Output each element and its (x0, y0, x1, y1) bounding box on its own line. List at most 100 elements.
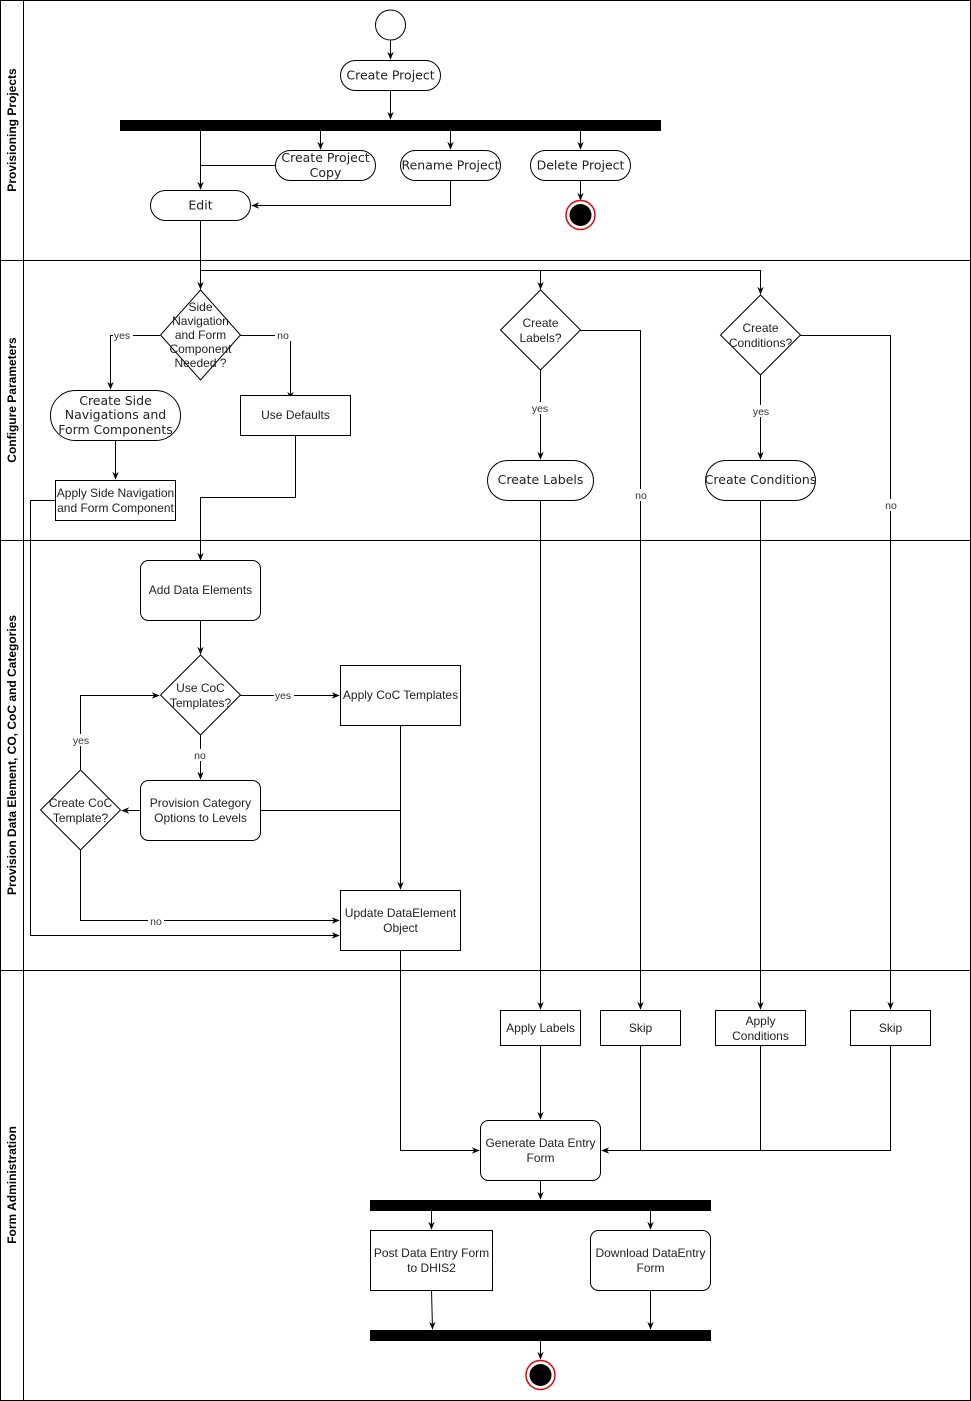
edge-label-no: no (635, 490, 647, 502)
svg-text:Form: Form (527, 1151, 555, 1165)
decision-use-coc-templates[interactable]: Use CoC Templates? (159, 654, 242, 736)
svg-text:Conditions?: Conditions? (729, 336, 793, 350)
svg-text:Conditions: Conditions (732, 1029, 789, 1043)
node-apply-side-navigation[interactable]: Apply Side Navigation and Form Component (55, 480, 176, 521)
edge (800, 335, 894, 1010)
node-create-conditions[interactable]: Create Conditions (705, 460, 817, 501)
svg-text:Copy: Copy (310, 165, 342, 180)
svg-text:Side: Side (188, 300, 212, 314)
svg-text:Create Conditions: Create Conditions (705, 472, 817, 487)
svg-text:Form Components: Form Components (58, 422, 173, 437)
decision-create-conditions[interactable]: Create Conditions? (719, 294, 802, 376)
node-create-project-copy[interactable]: Create Project Copy (275, 150, 376, 181)
svg-text:Needed ?: Needed ? (174, 356, 226, 370)
diagram-frame (0, 0, 971, 1401)
svg-text:Labels?: Labels? (519, 331, 561, 345)
edge-label-yes: yes (73, 735, 89, 747)
node-add-data-elements[interactable]: Add Data Elements (140, 560, 261, 621)
edge-label-yes: yes (753, 406, 769, 418)
svg-text:Create: Create (522, 316, 558, 330)
svg-text:Navigation: Navigation (172, 314, 229, 328)
edge (251, 180, 451, 209)
decision-create-labels[interactable]: Create Labels? (499, 289, 582, 371)
svg-text:Skip: Skip (629, 1021, 653, 1035)
svg-text:Rename Project: Rename Project (401, 158, 499, 173)
node-rename-project[interactable]: Rename Project (400, 150, 501, 181)
svg-text:Object: Object (383, 921, 418, 935)
edge (80, 692, 160, 770)
node-use-defaults[interactable]: Use Defaults (240, 395, 351, 436)
node-download-data-entry-form[interactable]: Download DataEntry Form (590, 1230, 711, 1291)
node-apply-coc-templates[interactable]: Apply CoC Templates (340, 665, 461, 726)
node-create-labels[interactable]: Create Labels (487, 460, 594, 501)
node-post-data-entry-form[interactable]: Post Data Entry Form to DHIS2 (370, 1230, 493, 1291)
final-node (525, 1359, 556, 1391)
edge (601, 1045, 891, 1154)
node-delete-project[interactable]: Delete Project (530, 150, 631, 181)
svg-text:Template?: Template? (53, 811, 109, 825)
svg-text:Create Project: Create Project (281, 150, 369, 165)
fork-bar (370, 1200, 711, 1211)
svg-text:Use Defaults: Use Defaults (261, 408, 330, 422)
svg-text:Templates?: Templates? (170, 696, 232, 710)
edge-label-no: no (150, 916, 162, 928)
initial-node[interactable] (375, 9, 406, 41)
edge-label-no: no (277, 330, 289, 342)
svg-text:Apply Side Navigation: Apply Side Navigation (57, 486, 174, 500)
node-provision-category-options[interactable]: Provision Category Options to Levels (140, 780, 261, 841)
svg-text:Apply Labels: Apply Labels (506, 1021, 575, 1035)
edge-label-yes: yes (275, 690, 291, 702)
svg-text:Component: Component (169, 342, 232, 356)
svg-text:Navigations and: Navigations and (65, 407, 166, 422)
svg-text:Create: Create (742, 321, 778, 335)
node-apply-conditions[interactable]: Apply Conditions (715, 1010, 806, 1046)
lane-label-provisioning-projects: Provisioning Projects (5, 68, 19, 192)
lane-label-configure-parameters: Configure Parameters (5, 337, 19, 463)
svg-text:Post Data Entry Form: Post Data Entry Form (374, 1246, 489, 1260)
swimlanes: Provisioning Projects Configure Paramete… (0, 0, 971, 1401)
svg-text:Form: Form (637, 1261, 665, 1275)
node-skip-conditions[interactable]: Skip (850, 1010, 931, 1046)
node-update-dataelement-object[interactable]: Update DataElement Object (340, 890, 461, 951)
node-create-project[interactable]: Create Project (340, 60, 441, 91)
svg-text:Skip: Skip (879, 1021, 903, 1035)
svg-text:Provision Category: Provision Category (150, 796, 251, 810)
edge-label-yes: yes (114, 330, 130, 342)
svg-text:to DHIS2: to DHIS2 (407, 1261, 456, 1275)
svg-text:Edit: Edit (188, 198, 212, 213)
edge (107, 335, 160, 390)
svg-text:Apply CoC Templates: Apply CoC Templates (343, 688, 458, 702)
nodes: Create Project Create Project Copy Renam… (39, 9, 931, 1391)
svg-text:Delete Project: Delete Project (537, 158, 625, 173)
svg-text:Download DataEntry: Download DataEntry (595, 1246, 705, 1260)
svg-text:Create Side: Create Side (79, 393, 152, 408)
node-create-side-navigations[interactable]: Create Side Navigations and Form Compone… (50, 390, 181, 441)
svg-text:Create CoC: Create CoC (49, 796, 113, 810)
edge (240, 335, 294, 400)
fork-bar (120, 120, 661, 131)
decision-create-coc-template[interactable]: Create CoC Template? (39, 769, 122, 851)
join-bar (370, 1330, 711, 1341)
svg-text:Update DataElement: Update DataElement (345, 906, 457, 920)
node-skip-labels[interactable]: Skip (600, 1010, 681, 1046)
edge (80, 850, 340, 924)
edge (580, 330, 644, 1010)
final-node (565, 199, 596, 231)
decision-side-navigation[interactable]: Side Navigation and Form Component Neede… (159, 289, 242, 381)
lane-label-provision-data-element: Provision Data Element, CO, CoC and Cate… (5, 615, 19, 895)
edge-label-no: no (885, 500, 897, 512)
svg-text:Apply: Apply (745, 1014, 775, 1028)
node-edit[interactable]: Edit (150, 190, 251, 221)
edge (197, 435, 296, 561)
edge (200, 270, 764, 295)
svg-text:Add Data Elements: Add Data Elements (149, 583, 252, 597)
node-apply-labels[interactable]: Apply Labels (500, 1010, 581, 1046)
svg-text:and Form Component: and Form Component (57, 501, 174, 515)
edge (429, 1289, 436, 1330)
svg-text:Create Labels: Create Labels (498, 472, 584, 487)
node-generate-data-entry-form[interactable]: Generate Data Entry Form (480, 1120, 601, 1181)
svg-text:Options to Levels: Options to Levels (154, 811, 247, 825)
edge-label-no: no (194, 750, 206, 762)
edge-label-yes: yes (532, 403, 548, 415)
lane-label-form-administration: Form Administration (5, 1126, 19, 1244)
